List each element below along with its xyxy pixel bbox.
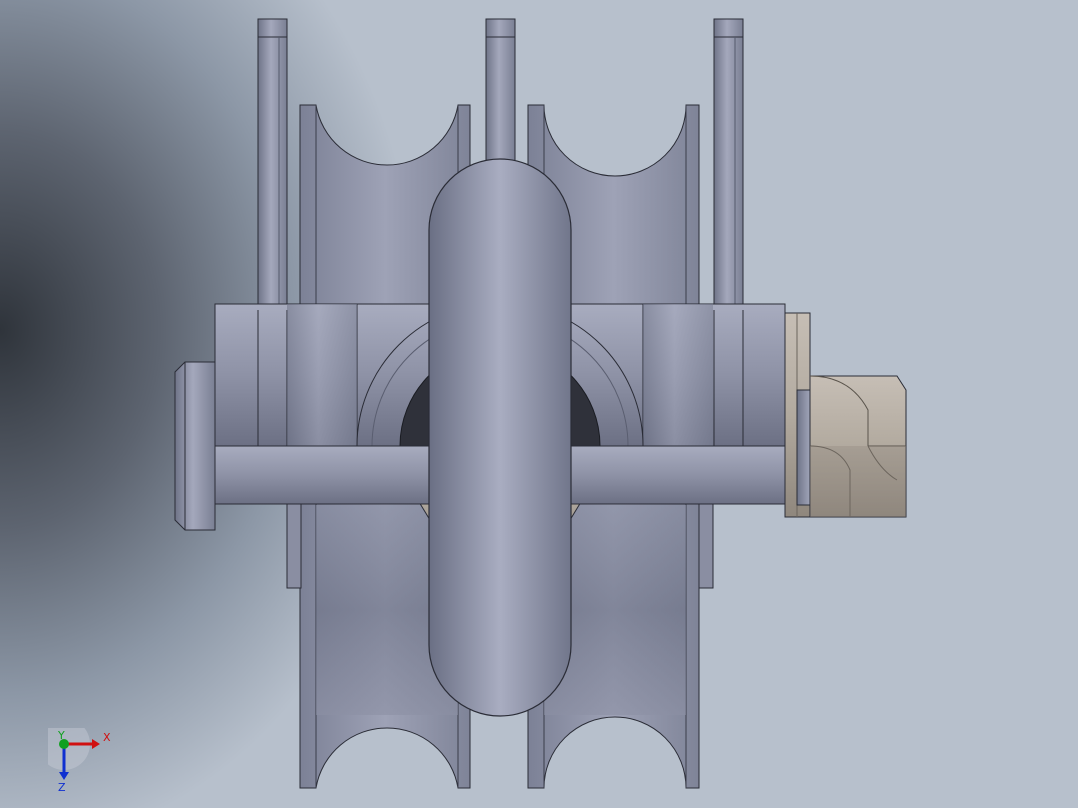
cad-viewport[interactable]: X Y Z bbox=[0, 0, 1078, 808]
hex-nut[interactable] bbox=[809, 375, 907, 518]
orientation-triad[interactable]: X Y Z bbox=[38, 718, 118, 798]
pulley-block-model[interactable] bbox=[0, 0, 1078, 808]
x-axis-label: X bbox=[103, 731, 111, 744]
side-plate-right[interactable] bbox=[713, 18, 744, 311]
shackle-bow[interactable] bbox=[428, 158, 572, 717]
z-axis-label: Z bbox=[58, 781, 66, 794]
y-axis-label: Y bbox=[58, 729, 65, 742]
side-plate-left[interactable] bbox=[257, 18, 288, 311]
